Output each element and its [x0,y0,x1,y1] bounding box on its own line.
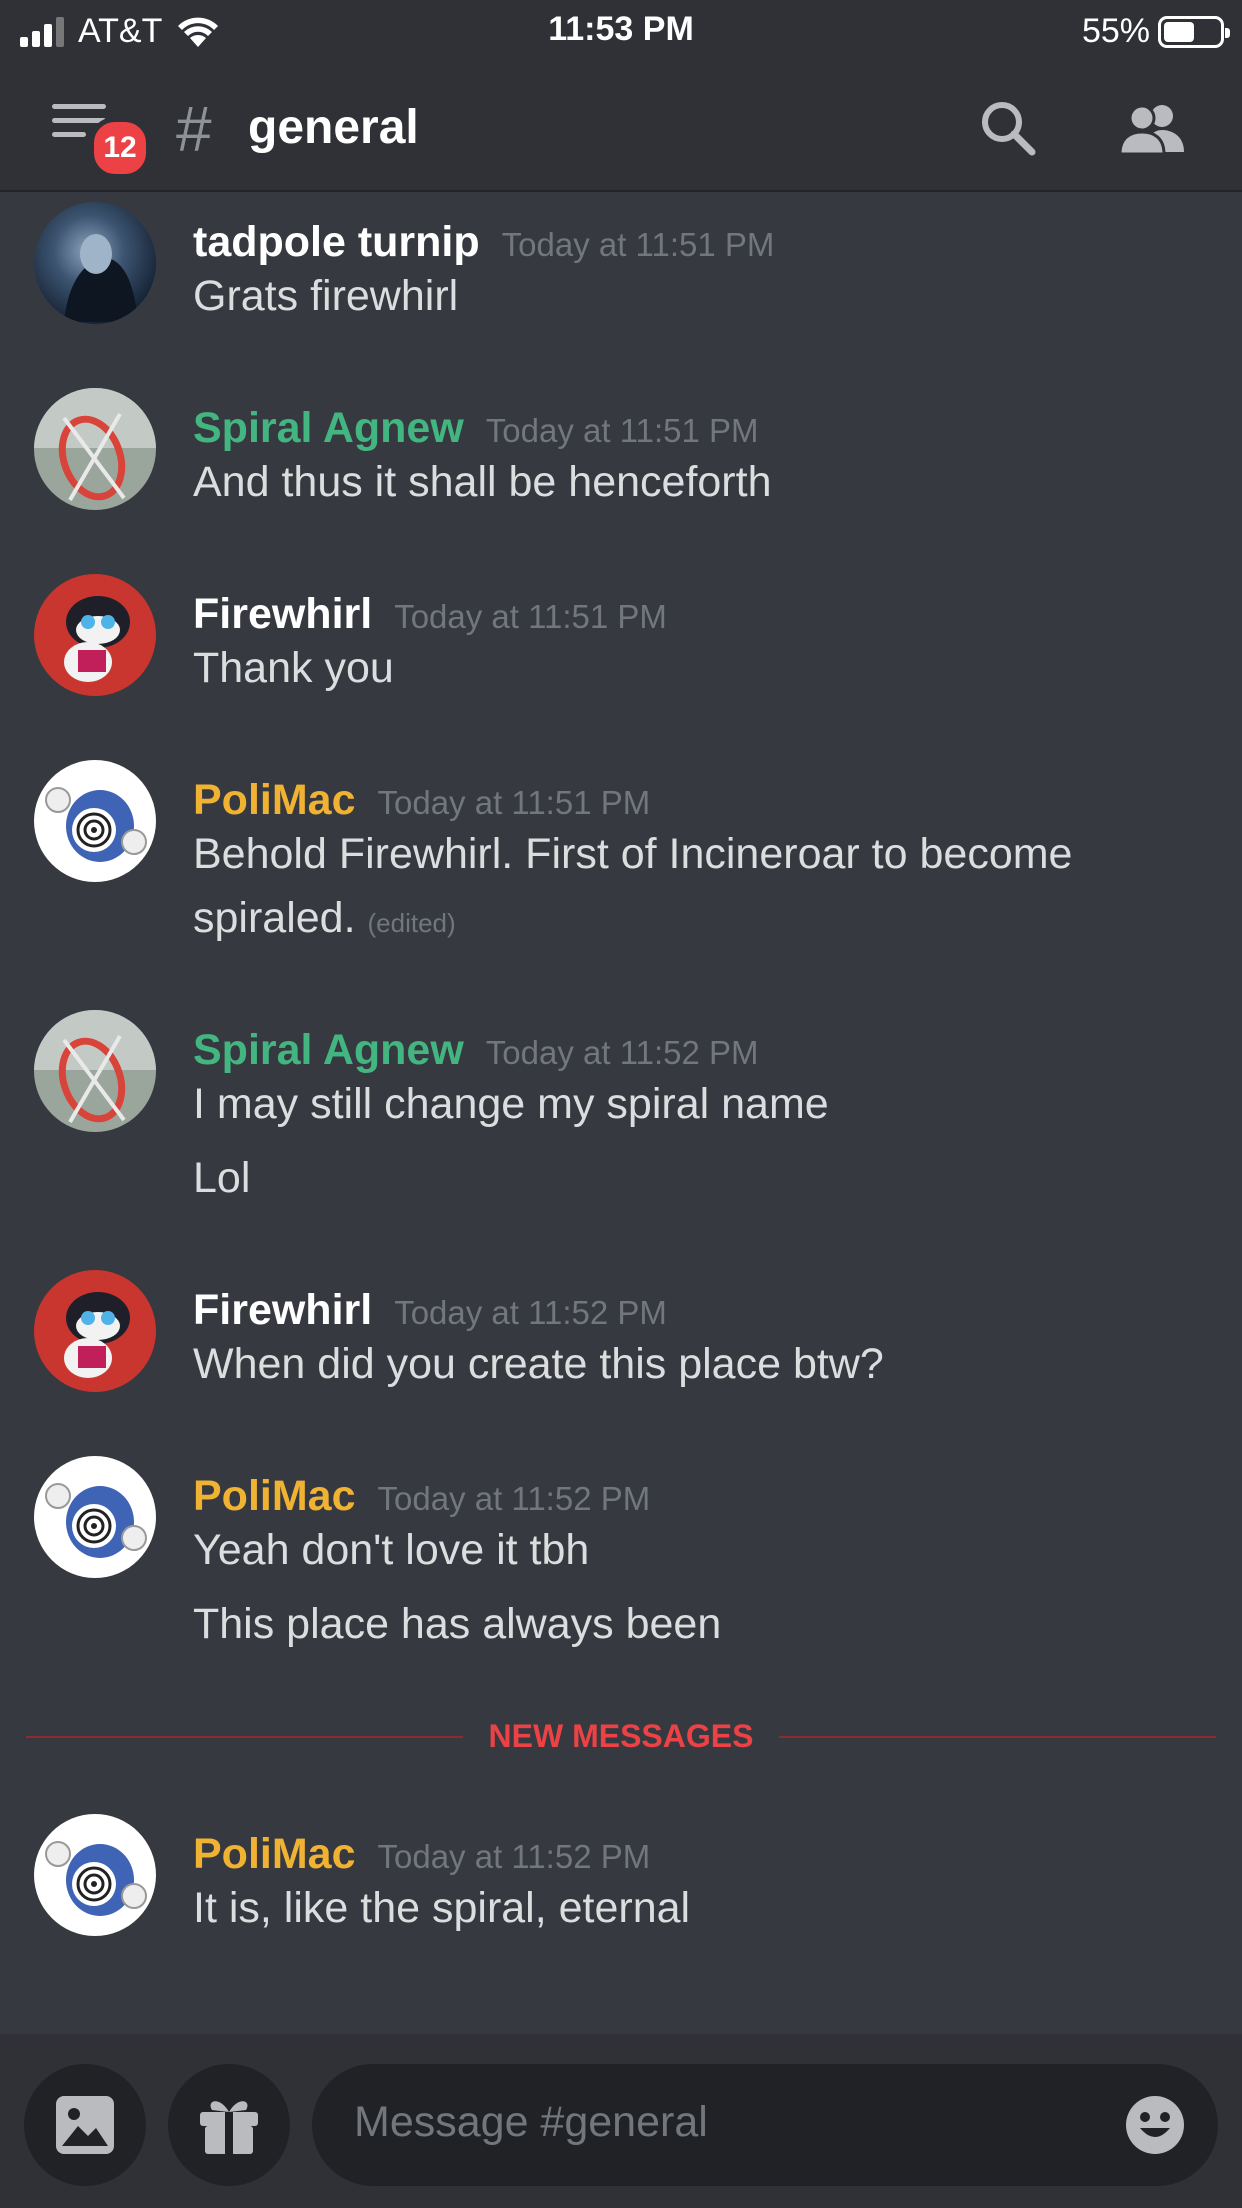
author-name[interactable]: PoliMac [193,1472,356,1520]
message-header: tadpole turnip Today at 11:51 PM [193,218,774,267]
status-right: 55% [1081,12,1230,51]
divider-label-wrap: NEW MESSAGES [26,1718,1216,1755]
message-text: Behold Firewhirl. First of Incineroar to… [193,830,1073,878]
author-name[interactable]: Spiral Agnew [193,404,464,452]
timestamp: Today at 11:51 PM [485,412,759,449]
timestamp: Today at 11:51 PM [394,598,667,635]
message-input-placeholder: Message #general [354,2098,708,2146]
emoji-icon[interactable] [1124,2094,1186,2156]
message-text: And thus it shall be henceforth [193,458,772,506]
members-icon[interactable] [1116,96,1188,160]
message-text: Yeah don't love it tbh [193,1526,590,1574]
status-bar: AT&T 11:53 PM 55% [0,0,1242,62]
message-text: I may still change my spiral name [193,1080,829,1128]
message-input[interactable]: Message #general [312,2064,1218,2186]
message-text: Grats firewhirl [193,272,459,320]
timestamp: Today at 11:52 PM [394,1294,667,1331]
channel-hash-icon: # [176,93,212,165]
avatar[interactable] [34,1814,156,1936]
image-icon [56,2096,114,2154]
author-name[interactable]: PoliMac [193,776,356,824]
avatar[interactable] [34,1456,156,1578]
message-text: Lol [193,1154,251,1202]
author-name[interactable]: PoliMac [193,1830,356,1878]
message-composer: Message #general [0,2034,1242,2208]
message-header: PoliMac Today at 11:52 PM [193,1830,650,1879]
message-list[interactable]: tadpole turnip Today at 11:51 PM Grats fi… [0,192,1242,2034]
author-name[interactable]: Spiral Agnew [193,1026,464,1074]
timestamp: Today at 11:51 PM [501,226,775,263]
avatar[interactable] [34,1010,156,1132]
timestamp: Today at 11:52 PM [377,1838,651,1875]
channel-title: general [248,101,419,154]
message-header: Spiral Agnew Today at 11:51 PM [193,404,759,453]
battery-icon [1158,15,1230,48]
divider-label: NEW MESSAGES [462,1718,780,1754]
message-text: spiraled. (edited) [193,886,1203,955]
edited-tag: (edited) [367,908,456,938]
battery-percent: 55% [1081,12,1150,50]
menu-button[interactable]: 12 [52,104,151,179]
channel-header: 12 # general [0,62,1242,192]
gift-icon [200,2101,258,2154]
message-header: Spiral Agnew Today at 11:52 PM [193,1026,759,1075]
avatar[interactable] [34,202,156,324]
message-text-part: spiraled. [193,894,356,942]
message-header: PoliMac Today at 11:51 PM [193,776,650,825]
status-time: 11:53 PM [548,10,694,48]
avatar[interactable] [34,760,156,882]
search-icon[interactable] [976,96,1040,160]
message-header: Firewhirl Today at 11:51 PM [193,590,667,639]
message-text: Thank you [193,644,394,692]
new-messages-divider: NEW MESSAGES [26,1716,1216,1756]
avatar[interactable] [34,388,156,510]
timestamp: Today at 11:52 PM [485,1034,759,1071]
message-text: This place has always been [193,1600,722,1648]
unread-badge: 12 [89,117,151,179]
avatar[interactable] [34,1270,156,1392]
upload-image-button[interactable] [24,2064,146,2186]
author-name[interactable]: Firewhirl [193,590,372,638]
message-header: PoliMac Today at 11:52 PM [193,1472,650,1521]
message-header: Firewhirl Today at 11:52 PM [193,1286,667,1335]
timestamp: Today at 11:52 PM [377,1480,651,1517]
gift-button[interactable] [168,2064,290,2186]
author-name[interactable]: tadpole turnip [193,218,480,266]
message-text: It is, like the spiral, eternal [193,1884,691,1932]
timestamp: Today at 11:51 PM [377,784,651,821]
author-name[interactable]: Firewhirl [193,1286,372,1334]
message-text: When did you create this place btw? [193,1340,884,1388]
avatar[interactable] [34,574,156,696]
